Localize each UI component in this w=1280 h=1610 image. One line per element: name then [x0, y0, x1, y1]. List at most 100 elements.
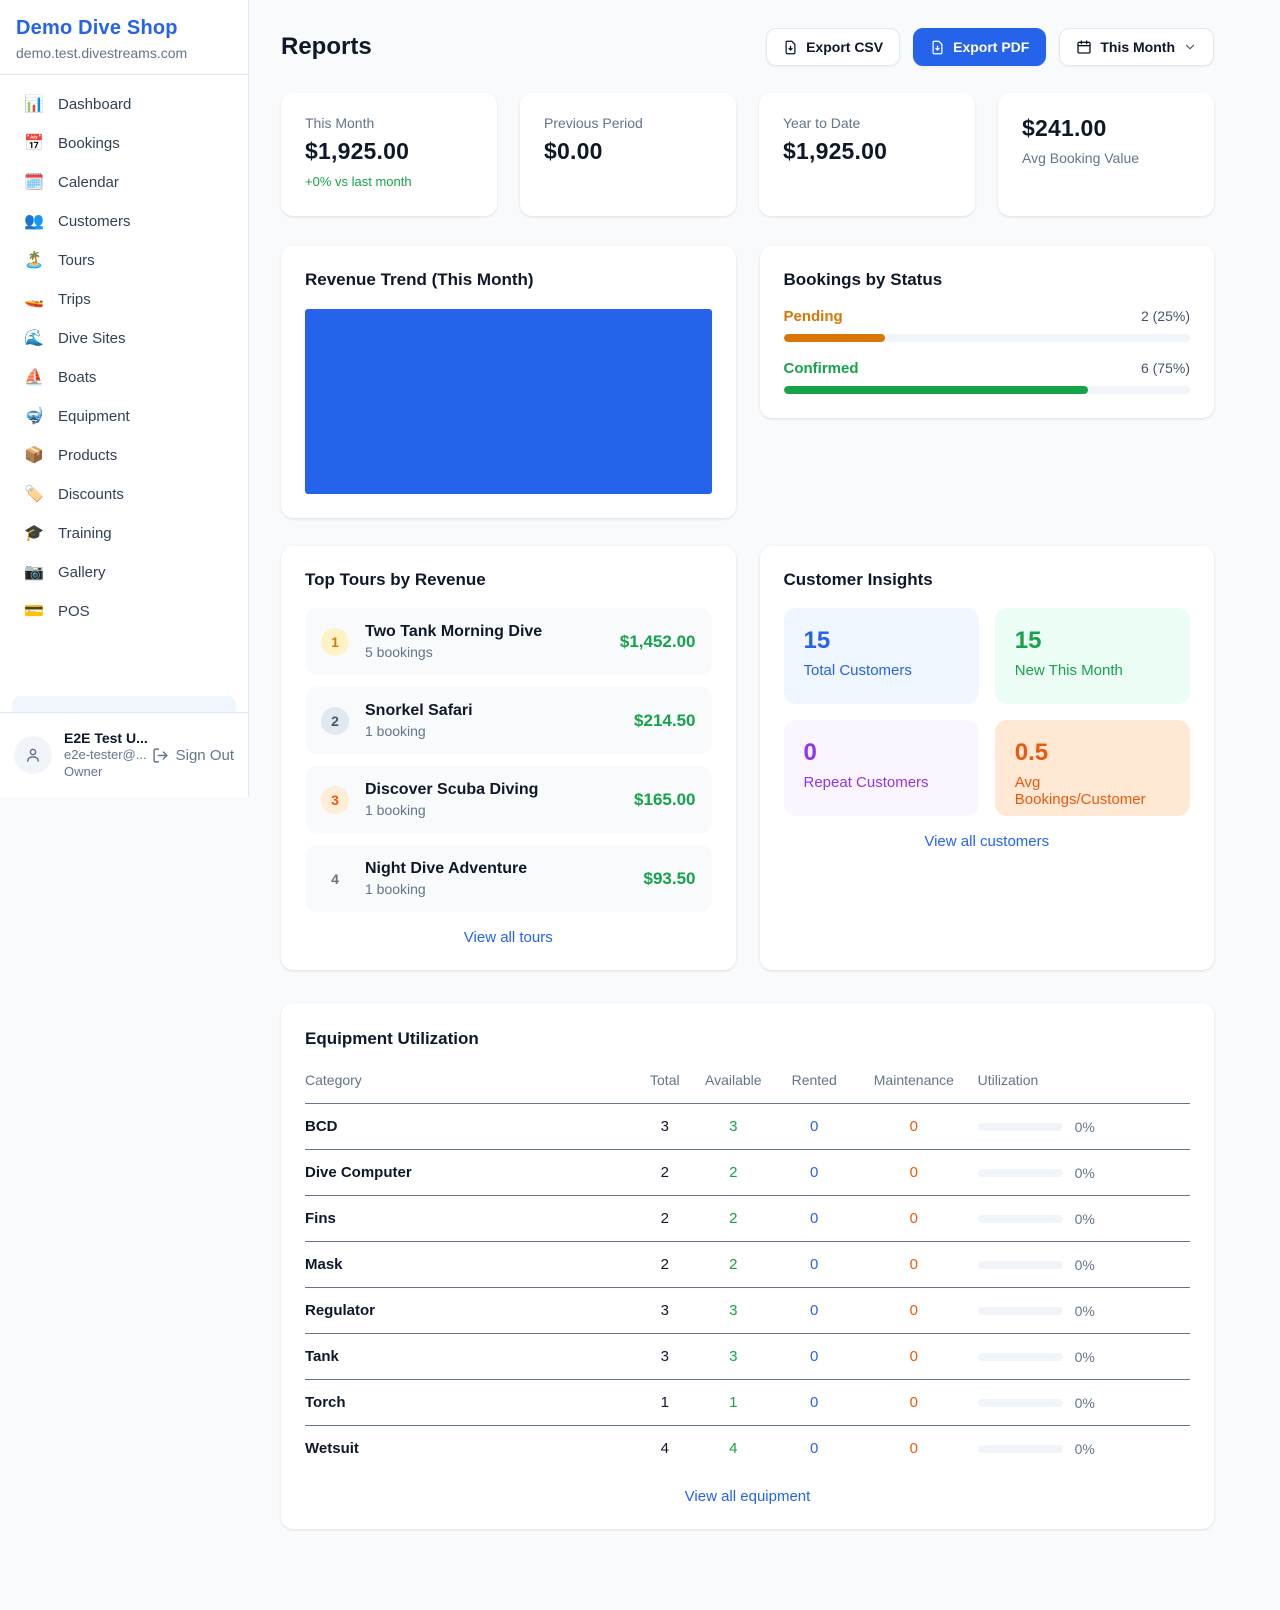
export-csv-button[interactable]: Export CSV: [766, 28, 900, 66]
sidebar-item-reports-partial[interactable]: [12, 696, 236, 712]
sidebar-item-equipment[interactable]: 🤿 Equipment: [12, 399, 236, 434]
people-icon: 👥: [24, 214, 44, 230]
sidebar-item-discounts[interactable]: 🏷️ Discounts: [12, 477, 236, 512]
table-row: Mask 2 2 0 0 0%: [305, 1242, 1190, 1288]
user-panel: E2E Test U... e2e-tester@... Owner Sign …: [0, 712, 248, 797]
stat-label: This Month: [305, 115, 473, 131]
cell-rented: 0: [778, 1196, 850, 1242]
log-out-icon: [152, 747, 169, 764]
cell-total: 3: [641, 1104, 688, 1150]
utilization-percent: 0%: [1075, 1349, 1095, 1365]
column-header-total: Total: [641, 1062, 688, 1104]
stat-label: Previous Period: [544, 115, 712, 131]
tour-name: Two Tank Morning Dive: [365, 623, 542, 641]
cell-total: 3: [641, 1334, 688, 1380]
utilization-bar: [978, 1307, 1063, 1315]
customer-insights-title: Customer Insights: [784, 570, 1191, 590]
sidebar-item-dashboard[interactable]: 📊 Dashboard: [12, 87, 236, 122]
tile-label: Total Customers: [804, 662, 959, 679]
stat-value: $1,925.00: [305, 138, 473, 165]
sidebar-item-training[interactable]: 🎓 Training: [12, 516, 236, 551]
utilization-percent: 0%: [1075, 1441, 1095, 1457]
tour-bookings: 1 booking: [365, 802, 538, 818]
cell-maintenance: 0: [850, 1150, 978, 1196]
sidebar-item-label: Tours: [58, 252, 95, 269]
stat-label: Year to Date: [783, 115, 951, 131]
utilization-bar: [978, 1169, 1063, 1177]
cell-total: 4: [641, 1426, 688, 1472]
view-all-equipment-link[interactable]: View all equipment: [305, 1488, 1190, 1505]
cell-rented: 0: [778, 1104, 850, 1150]
top-tours-title: Top Tours by Revenue: [305, 570, 712, 590]
revenue-trend-chart: [305, 309, 712, 494]
view-all-tours-link[interactable]: View all tours: [305, 929, 712, 946]
status-value: 2 (25%): [1141, 308, 1190, 324]
sidebar-item-products[interactable]: 📦 Products: [12, 438, 236, 473]
spiral-calendar-icon: 🗓️: [24, 175, 44, 191]
tile-value: 15: [1015, 627, 1170, 655]
cell-total: 2: [641, 1242, 688, 1288]
sidebar-item-label: Products: [58, 447, 117, 464]
tour-bookings: 1 booking: [365, 881, 527, 897]
sidebar-item-gallery[interactable]: 📷 Gallery: [12, 555, 236, 590]
sidebar-item-trips[interactable]: 🚤 Trips: [12, 282, 236, 317]
tour-row[interactable]: 4 Night Dive Adventure 1 booking $93.50: [305, 845, 712, 912]
export-pdf-button[interactable]: Export PDF: [913, 28, 1046, 66]
cell-total: 2: [641, 1150, 688, 1196]
insight-tiles: 15 Total Customers 15 New This Month 0 R…: [784, 608, 1191, 816]
sidebar-item-customers[interactable]: 👥 Customers: [12, 204, 236, 239]
view-all-customers-link[interactable]: View all customers: [784, 833, 1191, 850]
utilization-bar: [978, 1353, 1063, 1361]
cell-category: BCD: [305, 1104, 641, 1150]
sidebar-item-pos[interactable]: 💳 POS: [12, 594, 236, 629]
sidebar-item-bookings[interactable]: 📅 Bookings: [12, 126, 236, 161]
brand-title[interactable]: Demo Dive Shop: [16, 17, 232, 40]
sidebar-item-calendar[interactable]: 🗓️ Calendar: [12, 165, 236, 200]
user-meta: E2E Test U... e2e-tester@... Owner: [64, 729, 140, 781]
cell-available: 3: [688, 1104, 778, 1150]
utilization-percent: 0%: [1075, 1395, 1095, 1411]
cell-rented: 0: [778, 1380, 850, 1426]
page-title: Reports: [281, 33, 372, 61]
sidebar-item-label: Training: [58, 525, 112, 542]
sidebar-item-tours[interactable]: 🏝️ Tours: [12, 243, 236, 278]
sidebar-item-label: Gallery: [58, 564, 106, 581]
charts-row: Revenue Trend (This Month) Bookings by S…: [281, 246, 1214, 518]
tour-row[interactable]: 1 Two Tank Morning Dive 5 bookings $1,45…: [305, 608, 712, 675]
equipment-table: Category Total Available Rented Maintena…: [305, 1062, 1190, 1471]
cell-maintenance: 0: [850, 1242, 978, 1288]
status-bar-track: [784, 334, 1191, 342]
utilization-percent: 0%: [1075, 1257, 1095, 1273]
cell-category: Mask: [305, 1242, 641, 1288]
cell-rented: 0: [778, 1426, 850, 1472]
user-email: e2e-tester@...: [64, 747, 140, 764]
status-bar-fill: [784, 386, 1089, 394]
page-header: Reports Export CSV Export PDF This Month: [281, 28, 1214, 66]
status-label: Confirmed: [784, 360, 859, 377]
tour-row[interactable]: 3 Discover Scuba Diving 1 booking $165.0…: [305, 766, 712, 833]
utilization-percent: 0%: [1075, 1303, 1095, 1319]
revenue-trend-card: Revenue Trend (This Month): [281, 246, 736, 518]
period-select[interactable]: This Month: [1059, 28, 1214, 66]
top-tours-card: Top Tours by Revenue 1 Two Tank Morning …: [281, 546, 736, 970]
stat-card-previous-period: Previous Period $0.00: [520, 93, 736, 216]
sidebar-item-label: Boats: [58, 369, 96, 386]
utilization-bar: [978, 1399, 1063, 1407]
cell-category: Fins: [305, 1196, 641, 1242]
diving-mask-icon: 🤿: [24, 409, 44, 425]
period-label: This Month: [1100, 39, 1175, 55]
cell-available: 2: [688, 1196, 778, 1242]
table-row: Dive Computer 2 2 0 0 0%: [305, 1150, 1190, 1196]
sidebar-item-label: Equipment: [58, 408, 130, 425]
tour-row[interactable]: 2 Snorkel Safari 1 booking $214.50: [305, 687, 712, 754]
status-label: Pending: [784, 308, 843, 325]
brand-domain: demo.test.divestreams.com: [16, 45, 232, 61]
sidebar-item-dive-sites[interactable]: 🌊 Dive Sites: [12, 321, 236, 356]
sign-out-button[interactable]: Sign Out: [152, 747, 234, 764]
status-bar-fill: [784, 334, 886, 342]
cell-category: Regulator: [305, 1288, 641, 1334]
tour-amount: $165.00: [634, 790, 695, 810]
status-row-confirmed: Confirmed 6 (75%): [784, 360, 1191, 394]
package-icon: 📦: [24, 448, 44, 464]
sidebar-item-boats[interactable]: ⛵ Boats: [12, 360, 236, 395]
